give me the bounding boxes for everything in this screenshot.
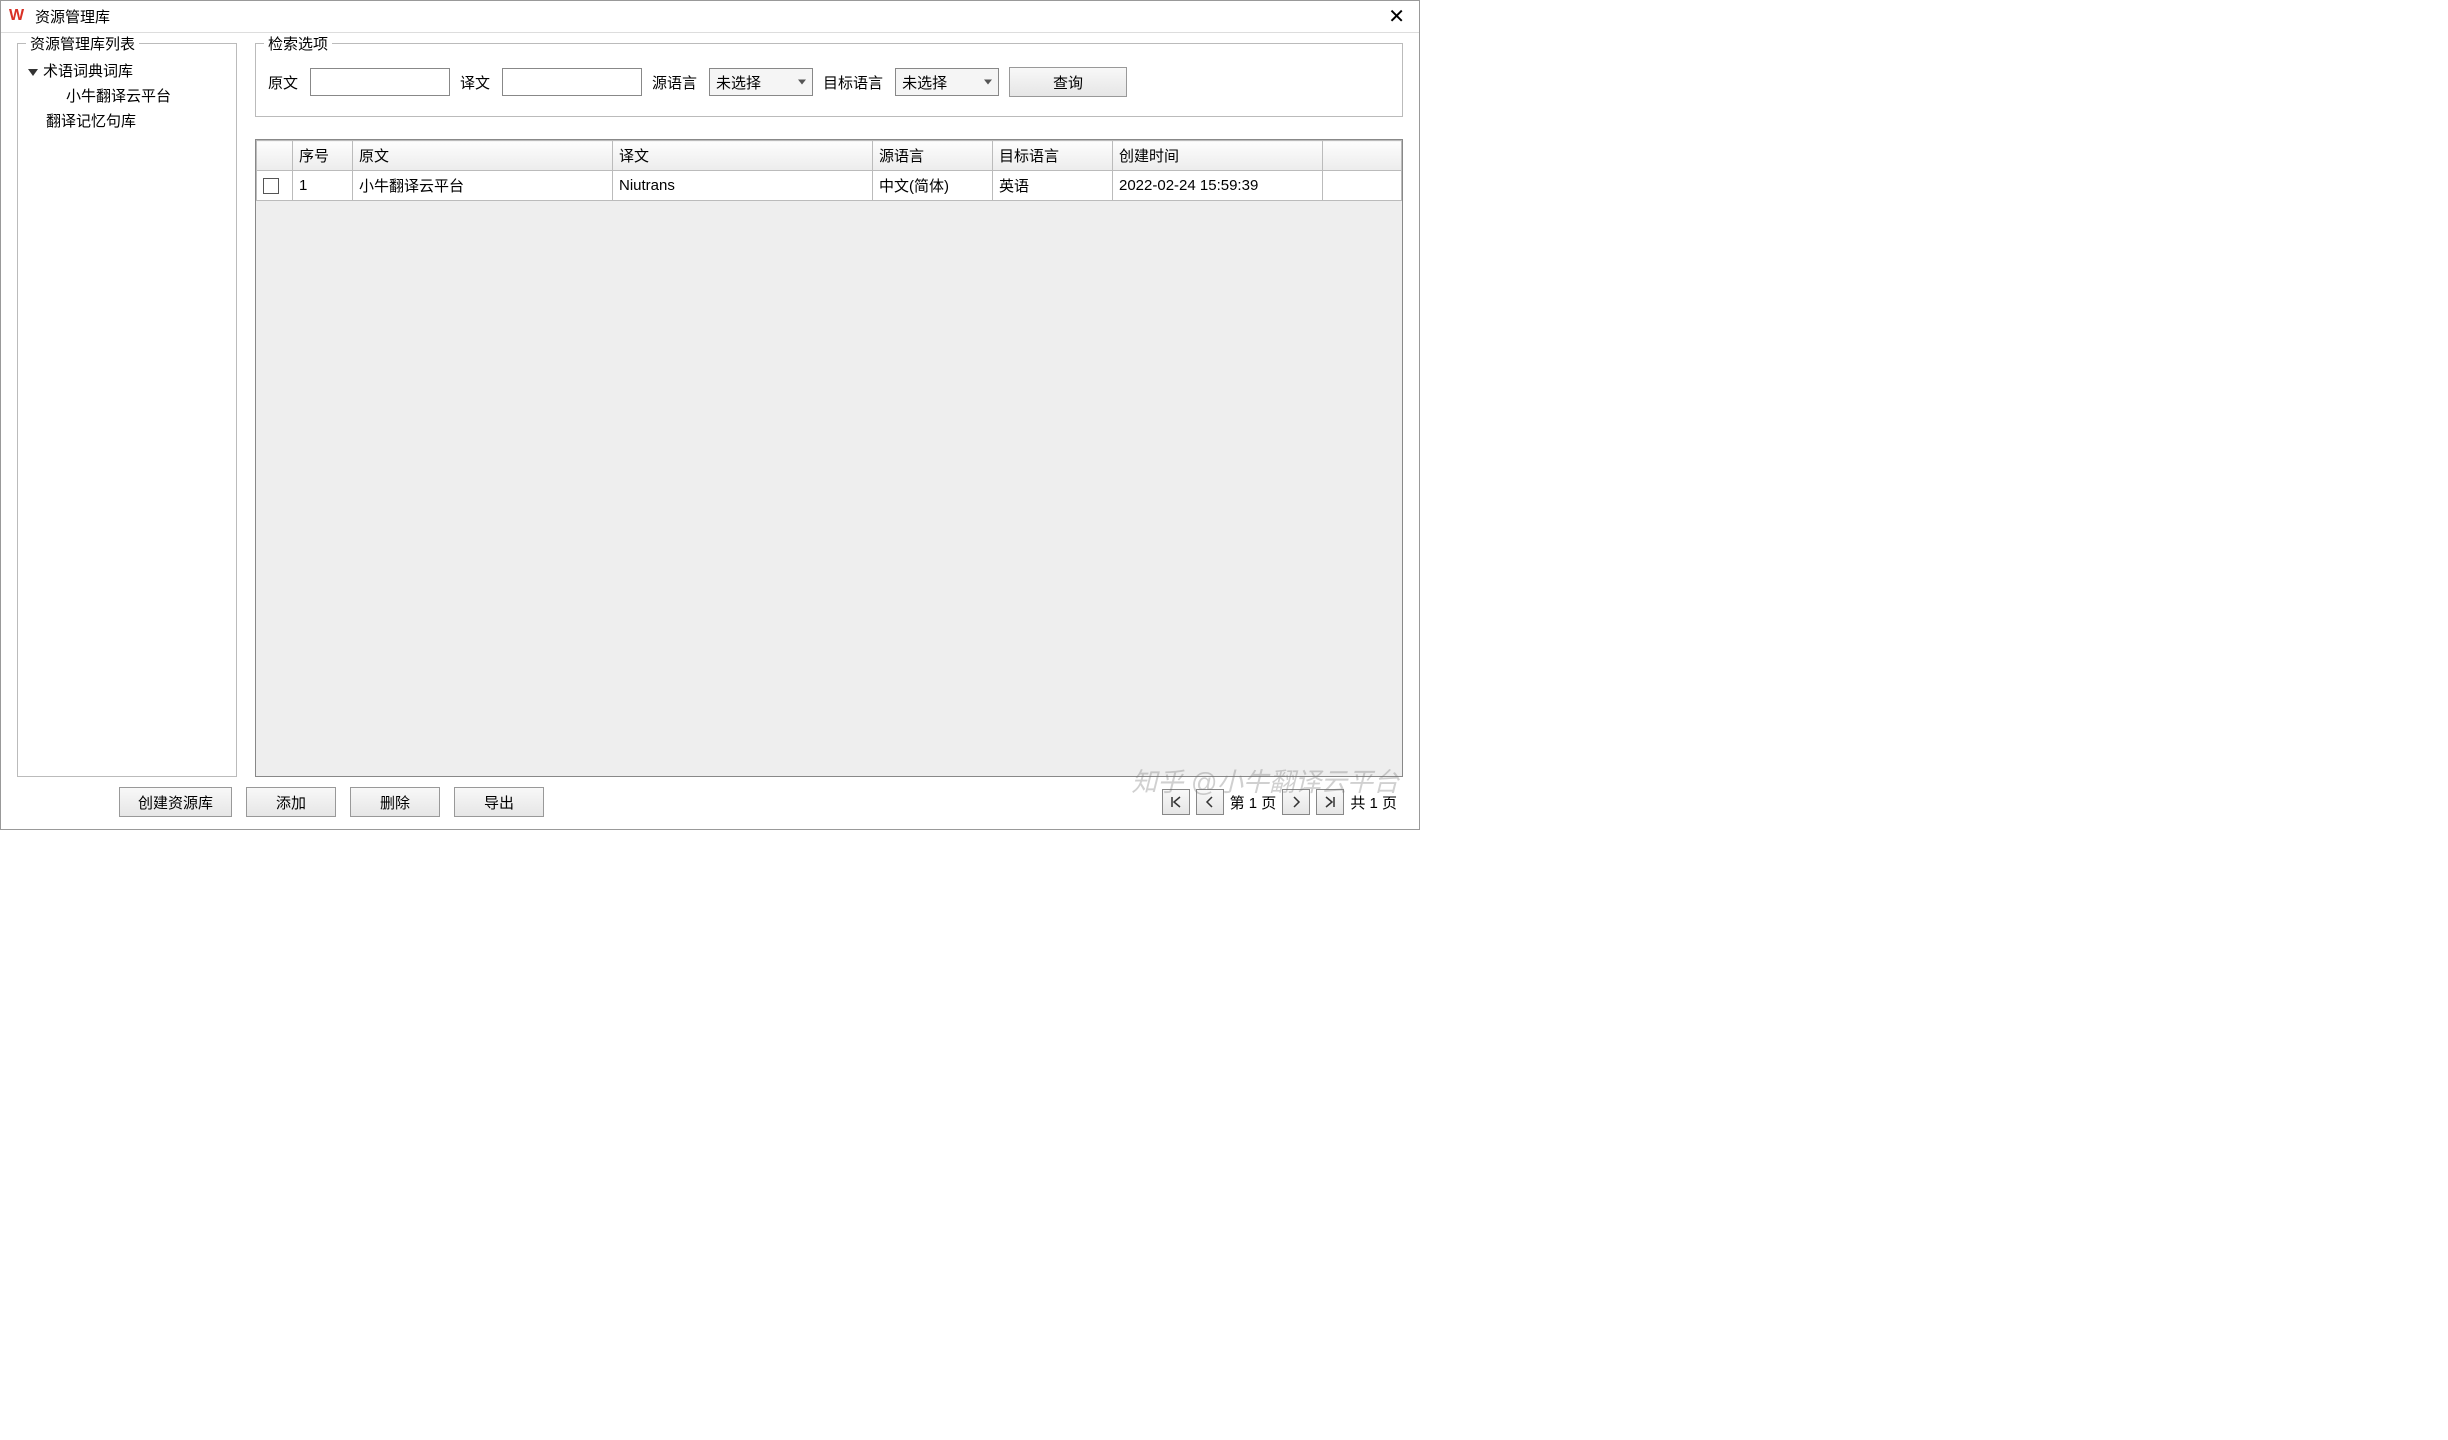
resource-tree: 术语词典词库 小牛翻译云平台 翻译记忆句库 bbox=[28, 54, 226, 133]
create-repo-button[interactable]: 创建资源库 bbox=[119, 787, 232, 817]
sidebar-group-label: 资源管理库列表 bbox=[26, 33, 139, 54]
cell-spacer bbox=[1323, 171, 1402, 201]
prev-page-icon bbox=[1204, 796, 1216, 808]
next-page-button[interactable] bbox=[1282, 789, 1310, 815]
cell-source-lang: 中文(简体) bbox=[873, 171, 993, 201]
export-button[interactable]: 导出 bbox=[454, 787, 544, 817]
tree-node-term-dict[interactable]: 术语词典词库 bbox=[28, 58, 226, 83]
select-value: 未选择 bbox=[716, 72, 761, 93]
tree-node-label: 小牛翻译云平台 bbox=[66, 88, 171, 105]
dialog-body: 资源管理库列表 术语词典词库 小牛翻译云平台 翻译记忆句库 bbox=[1, 33, 1419, 829]
header-index[interactable]: 序号 bbox=[293, 141, 353, 171]
checkbox-icon[interactable] bbox=[263, 178, 279, 194]
prev-page-button[interactable] bbox=[1196, 789, 1224, 815]
tree-node-label: 术语词典词库 bbox=[43, 63, 133, 80]
cell-index: 1 bbox=[293, 171, 353, 201]
titlebar: W 资源管理库 ✕ bbox=[1, 1, 1419, 33]
header-checkbox[interactable] bbox=[257, 141, 293, 171]
table-row[interactable]: 1 小牛翻译云平台 Niutrans 中文(简体) 英语 2022-02-24 … bbox=[257, 171, 1402, 201]
header-target-lang[interactable]: 目标语言 bbox=[993, 141, 1113, 171]
page-label: 第 1 页 bbox=[1230, 792, 1277, 813]
cell-target-lang: 英语 bbox=[993, 171, 1113, 201]
source-lang-label: 源语言 bbox=[652, 72, 697, 93]
target-text-input[interactable] bbox=[502, 68, 642, 96]
header-source[interactable]: 原文 bbox=[353, 141, 613, 171]
source-text-input[interactable] bbox=[310, 68, 450, 96]
total-pages-label: 共 1 页 bbox=[1350, 792, 1397, 813]
select-value: 未选择 bbox=[902, 72, 947, 93]
search-group-label: 检索选项 bbox=[264, 33, 332, 54]
cell-created: 2022-02-24 15:59:39 bbox=[1113, 171, 1323, 201]
footer: 创建资源库 添加 删除 导出 第 1 页 共 bbox=[17, 777, 1403, 821]
header-spacer bbox=[1323, 141, 1402, 171]
cell-checkbox[interactable] bbox=[257, 171, 293, 201]
tree-node-tm[interactable]: 翻译记忆句库 bbox=[28, 108, 226, 133]
add-button[interactable]: 添加 bbox=[246, 787, 336, 817]
pager: 第 1 页 共 1 页 bbox=[1162, 789, 1397, 815]
window-title: 资源管理库 bbox=[35, 6, 110, 27]
tree-node-label: 翻译记忆句库 bbox=[46, 113, 136, 130]
source-lang-select[interactable]: 未选择 bbox=[709, 68, 813, 96]
close-icon[interactable]: ✕ bbox=[1382, 4, 1411, 29]
chevron-down-icon bbox=[984, 80, 992, 85]
last-page-icon bbox=[1324, 796, 1336, 808]
dialog-window: W 资源管理库 ✕ 资源管理库列表 术语词典词库 小牛翻译云平台 翻译记忆句库 bbox=[0, 0, 1420, 830]
source-text-label: 原文 bbox=[268, 72, 298, 93]
results-table: 序号 原文 译文 源语言 目标语言 创建时间 bbox=[256, 140, 1402, 201]
last-page-button[interactable] bbox=[1316, 789, 1344, 815]
table-header-row: 序号 原文 译文 源语言 目标语言 创建时间 bbox=[257, 141, 1402, 171]
target-text-label: 译文 bbox=[460, 72, 490, 93]
target-lang-label: 目标语言 bbox=[823, 72, 883, 93]
header-target[interactable]: 译文 bbox=[613, 141, 873, 171]
next-page-icon bbox=[1290, 796, 1302, 808]
app-icon: W bbox=[9, 7, 29, 27]
caret-down-icon bbox=[28, 69, 38, 76]
tree-node-niutrans[interactable]: 小牛翻译云平台 bbox=[28, 83, 226, 108]
cell-source: 小牛翻译云平台 bbox=[353, 171, 613, 201]
results-table-wrap: 序号 原文 译文 源语言 目标语言 创建时间 bbox=[255, 139, 1403, 777]
search-options-group: 检索选项 原文 译文 源语言 未选择 目标语言 未选择 查 bbox=[255, 43, 1403, 117]
delete-button[interactable]: 删除 bbox=[350, 787, 440, 817]
query-button[interactable]: 查询 bbox=[1009, 67, 1127, 97]
target-lang-select[interactable]: 未选择 bbox=[895, 68, 999, 96]
table-empty-area bbox=[256, 201, 1402, 776]
header-created[interactable]: 创建时间 bbox=[1113, 141, 1323, 171]
first-page-icon bbox=[1170, 796, 1182, 808]
header-source-lang[interactable]: 源语言 bbox=[873, 141, 993, 171]
cell-target: Niutrans bbox=[613, 171, 873, 201]
chevron-down-icon bbox=[798, 80, 806, 85]
first-page-button[interactable] bbox=[1162, 789, 1190, 815]
sidebar-group: 资源管理库列表 术语词典词库 小牛翻译云平台 翻译记忆句库 bbox=[17, 43, 237, 777]
